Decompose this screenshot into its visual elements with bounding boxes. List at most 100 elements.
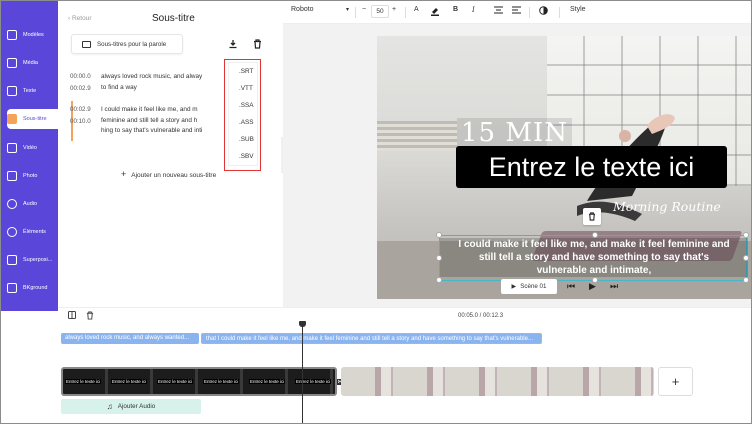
thumb-label: Entrez le texte ici <box>65 379 102 384</box>
caption-line: still tell a story and have something to… <box>478 252 710 263</box>
divider <box>405 7 406 18</box>
resize-handle[interactable] <box>436 232 442 238</box>
style-button[interactable]: Style <box>570 6 586 13</box>
increase-size-button[interactable]: + <box>392 6 396 13</box>
placeholder-text-layer[interactable]: Entrez le texte ici <box>456 146 727 188</box>
next-button[interactable]: ⏭ <box>610 281 618 292</box>
sidebar-item-background[interactable]: BKground <box>7 278 59 298</box>
thumb-label: Entrez le texte ici <box>111 379 148 384</box>
add-subtitle-button[interactable]: + Ajouter un nouveau sous-titre <box>121 169 216 179</box>
highlight-button[interactable] <box>430 6 440 18</box>
dropdown-list: .SRT .VTT .SSA .ASS .SUB .SBV <box>228 62 258 166</box>
sidebar-item-elements[interactable]: Éléments <box>7 222 59 242</box>
caption-line: vulnerable and intimate, <box>536 265 652 276</box>
list-button[interactable] <box>512 6 521 16</box>
download-icon <box>229 40 237 49</box>
back-link[interactable]: ‹ Retour <box>68 15 92 22</box>
start-time[interactable]: 00:02.9 <box>70 104 91 116</box>
thumb-label: Entrez le texte ici <box>249 379 286 384</box>
format-option-ass[interactable]: .ASS <box>239 119 254 126</box>
subtitle-line[interactable]: I could make it feel like me, and m <box>101 105 221 116</box>
delete-all-button[interactable] <box>248 35 266 53</box>
subtitle-clip-selected[interactable]: that I could make it feel like me, and m… <box>201 333 542 344</box>
text-color-button[interactable]: A <box>414 6 419 13</box>
playhead[interactable] <box>302 322 303 423</box>
sidebar: Modèles Média Texte Sous-titre Vidéo Pho… <box>1 1 59 321</box>
sidebar-item-label: Superposi... <box>23 257 53 263</box>
video-clip[interactable]: Entrez le texte ici Entrez le texte ici … <box>61 367 337 396</box>
opacity-button[interactable] <box>539 6 548 17</box>
end-time[interactable]: 00:10.0 <box>70 116 91 128</box>
trash-icon <box>588 212 596 221</box>
format-option-srt[interactable]: .SRT <box>239 68 253 75</box>
preview-area: 15 MIN Entrez le texte ici Morning Routi… <box>283 24 751 307</box>
video-canvas[interactable]: 15 MIN Entrez le texte ici Morning Routi… <box>377 36 751 299</box>
font-value: Roboto <box>291 6 314 13</box>
align-center-icon <box>494 6 503 14</box>
download-button[interactable] <box>224 35 242 53</box>
thumb-label: Entrez le texte ici <box>157 379 194 384</box>
resize-handle[interactable] <box>436 255 442 261</box>
music-note-icon: ♫ <box>106 402 113 411</box>
sidebar-item-overlay[interactable]: Superposi... <box>7 250 59 270</box>
title-text-layer[interactable]: 15 MIN <box>457 118 572 148</box>
decrease-size-button[interactable]: − <box>362 6 366 13</box>
font-select[interactable]: Roboto ▾ <box>291 6 351 13</box>
format-option-vtt[interactable]: .VTT <box>239 85 253 92</box>
resize-handle[interactable] <box>436 277 442 283</box>
sidebar-item-audio[interactable]: Audio <box>7 194 59 214</box>
sidebar-item-templates[interactable]: Modèles <box>7 25 59 45</box>
format-option-ssa[interactable]: .SSA <box>239 102 254 109</box>
split-icon <box>68 311 76 319</box>
sidebar-item-tools[interactable]: Outils <box>7 306 59 326</box>
resize-handle[interactable] <box>743 232 749 238</box>
skip-back-icon: ⏮ <box>567 281 576 291</box>
italic-button[interactable]: I <box>472 6 475 14</box>
trash-icon <box>86 311 94 320</box>
sidebar-item-text[interactable]: Texte <box>7 81 59 101</box>
sidebar-item-label: Photo <box>23 173 38 179</box>
subtitle-line[interactable]: feminine and still tell a story and h <box>101 116 221 127</box>
resize-handle[interactable] <box>743 255 749 261</box>
delete-layer-button[interactable] <box>583 208 601 225</box>
skip-forward-icon: ⏭ <box>610 281 619 291</box>
trash-icon <box>253 39 261 49</box>
sidebar-item-media[interactable]: Média <box>7 53 59 73</box>
play-button[interactable]: ▶ <box>589 281 596 292</box>
plus-icon: + <box>121 169 127 179</box>
subtitle-caption-layer[interactable]: I could make it feel like me, and make i… <box>436 232 749 283</box>
add-clip-button[interactable]: + <box>658 367 693 396</box>
subtitle-clip[interactable]: always loved rock music, and always want… <box>61 333 199 344</box>
font-size-input[interactable]: 50 <box>371 5 389 18</box>
sidebar-item-photo[interactable]: Photo <box>7 166 59 186</box>
timeline-delete-button[interactable] <box>86 311 94 322</box>
add-subtitle-label: Ajouter un nouveau sous-titre <box>131 172 217 179</box>
sidebar-item-label: Éléments <box>23 229 46 235</box>
chevron-left-icon: ‹ <box>68 15 71 22</box>
format-option-sbv[interactable]: .SBV <box>239 153 254 160</box>
resize-handle[interactable] <box>592 232 598 238</box>
media-icon <box>7 58 17 68</box>
sidebar-item-label: BKground <box>23 285 48 291</box>
subtitle-line[interactable]: hing to say that's vulnerable and inti <box>101 126 221 137</box>
sidebar-item-video[interactable]: Vidéo <box>7 138 59 158</box>
split-button[interactable] <box>68 311 76 321</box>
resize-handle[interactable] <box>743 277 749 283</box>
bold-button[interactable]: B <box>453 6 458 13</box>
add-audio-button[interactable]: ♫ Ajouter Audio <box>61 399 201 414</box>
align-center-button[interactable] <box>494 6 503 16</box>
highlighter-icon <box>431 8 439 16</box>
subtitle-line[interactable]: to find a way <box>101 83 221 94</box>
export-format-dropdown: .SRT .VTT .SSA .ASS .SUB .SBV <box>224 59 261 171</box>
subtitle-line[interactable]: always loved rock music, and alway <box>101 72 221 83</box>
end-time[interactable]: 00:02.9 <box>70 83 91 95</box>
video-clip[interactable] <box>341 367 654 396</box>
format-option-sub[interactable]: .SUB <box>239 136 254 143</box>
scene-selector[interactable]: ▶ Scène 01 <box>501 279 557 294</box>
sidebar-item-subtitle[interactable]: Sous-titre <box>7 109 59 129</box>
sidebar-item-label: Outils <box>23 313 38 319</box>
previous-button[interactable]: ⏮ <box>567 281 575 292</box>
routine-text-layer[interactable]: Morning Routine <box>613 199 721 214</box>
start-time[interactable]: 00:00.0 <box>70 71 91 83</box>
speech-subtitles-button[interactable]: Sous-titres pour la parole <box>71 34 183 54</box>
